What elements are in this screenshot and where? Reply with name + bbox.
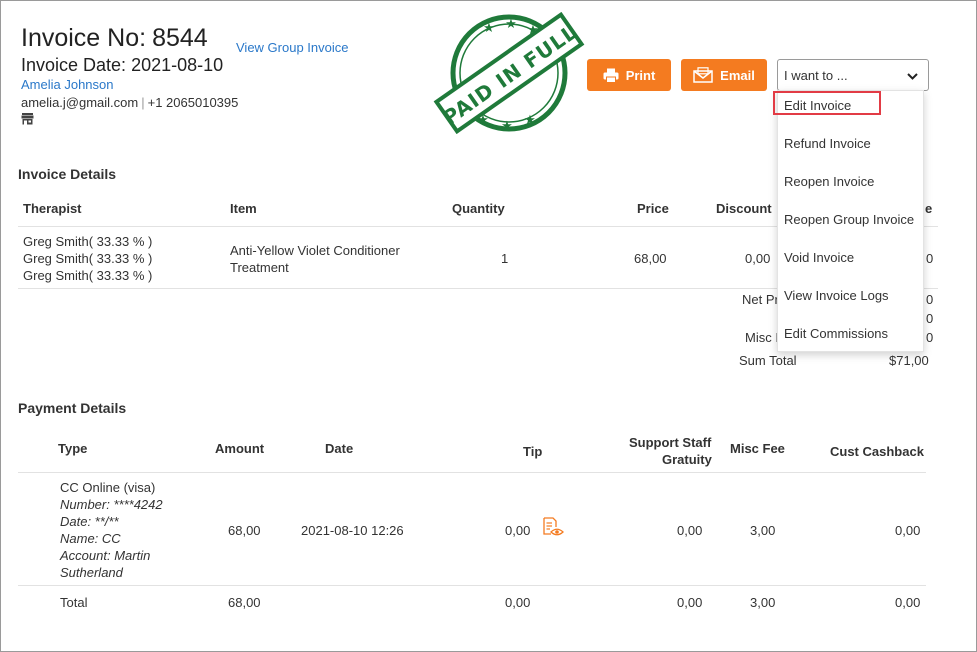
divider [18, 585, 926, 586]
payment-account-line2: Sutherland [60, 565, 123, 580]
col-tip: Tip [523, 444, 543, 459]
invoice-date: Invoice Date: 2021-08-10 [21, 55, 224, 75]
payment-tip: 0,00 [505, 523, 531, 538]
payment-amount: 68,00 [228, 523, 261, 538]
payment-support: 0,00 [677, 523, 703, 538]
select-value: I want to ... [784, 67, 848, 83]
payment-date: 2021-08-10 12:26 [301, 523, 404, 538]
svg-text:★: ★ [524, 113, 536, 128]
col-therapist: Therapist [23, 201, 82, 216]
total-cashback: 0,00 [895, 595, 921, 610]
col-type: Type [58, 441, 88, 456]
menu-item-refund-invoice[interactable]: Refund Invoice [784, 136, 871, 151]
invoice-number-heading: Invoice No: 8544 [21, 24, 208, 52]
paid-in-full-stamp: ★ ★ ★ ★ ★ ★ PAID IN FULL [433, 11, 585, 135]
payment-details-title: Payment Details [18, 400, 127, 416]
view-group-invoice-link[interactable]: View Group Invoice [236, 40, 349, 55]
misc-value-partial: 0 [926, 330, 934, 345]
misc-label-partial: Misc I [745, 330, 779, 345]
total-label: Total [60, 595, 88, 610]
item-name-line1: Anti-Yellow Violet Conditioner [230, 243, 400, 258]
total-misc-fee: 3,00 [750, 595, 776, 610]
payment-misc-fee: 3,00 [750, 523, 776, 538]
col-discount: Discount [716, 201, 772, 216]
receipt-eye-icon[interactable] [542, 516, 564, 538]
net-price-value-partial: 0 [926, 292, 934, 307]
net-price-label-partial: Net Pr [742, 292, 779, 307]
item-name-line2: Treatment [230, 260, 289, 275]
item-price: 68,00 [634, 251, 667, 266]
email-label: Email [720, 67, 755, 83]
customer-email: amelia.j@gmail.com [21, 95, 139, 110]
actions-dropdown-menu: Edit Invoice Refund Invoice Reopen Invoi… [777, 90, 924, 352]
printer-icon [603, 68, 619, 83]
customer-contact: amelia.j@gmail.com | +1 2065010395 [21, 95, 239, 110]
payment-cashback: 0,00 [895, 523, 921, 538]
menu-item-void-invoice[interactable]: Void Invoice [784, 250, 854, 265]
sum-total-value: $71,00 [889, 353, 929, 368]
menu-item-view-invoice-logs[interactable]: View Invoice Logs [784, 288, 889, 303]
sum-total-label: Sum Total [739, 353, 797, 368]
store-icon [21, 112, 34, 125]
menu-item-reopen-invoice[interactable]: Reopen Invoice [784, 174, 874, 189]
envelope-icon [693, 67, 713, 83]
therapist-2: Greg Smith( 33.33 % ) [23, 251, 153, 266]
payment-card-number: Number: ****4242 [60, 497, 163, 512]
menu-item-edit-invoice[interactable]: Edit Invoice [784, 98, 851, 113]
therapist-3: Greg Smith( 33.33 % ) [23, 268, 153, 283]
print-label: Print [625, 67, 656, 83]
svg-text:★: ★ [483, 21, 495, 36]
col-price: Price [637, 201, 669, 216]
tax-value-partial: 0 [926, 311, 934, 326]
customer-name-link[interactable]: Amelia Johnson [21, 77, 114, 92]
total-support: 0,00 [677, 595, 703, 610]
col-support-line2: Gratuity [662, 452, 712, 467]
print-button[interactable]: Print [587, 59, 671, 91]
item-discount: 0,00 [745, 251, 771, 266]
chevron-down-icon [907, 68, 918, 83]
col-support-line1: Support Staff [629, 435, 712, 450]
email-button[interactable]: Email [681, 59, 767, 91]
menu-item-reopen-group-invoice[interactable]: Reopen Group Invoice [784, 212, 914, 227]
col-amount: Amount [215, 441, 265, 456]
customer-phone: +1 2065010395 [147, 95, 239, 110]
col-quantity: Quantity [452, 201, 505, 216]
payment-card-date: Date: **/** [60, 514, 119, 529]
therapist-1: Greg Smith( 33.33 % ) [23, 234, 153, 249]
col-item: Item [230, 201, 257, 216]
invoice-details-title: Invoice Details [18, 166, 117, 182]
col-misc-fee: Misc Fee [730, 441, 785, 456]
i-want-to-select[interactable]: I want to ... [777, 59, 929, 91]
item-quantity: 1 [501, 251, 509, 266]
svg-text:★: ★ [501, 119, 513, 134]
item-total-partial: 0 [926, 251, 934, 266]
col-total-partial: e [925, 201, 933, 216]
menu-item-edit-commissions[interactable]: Edit Commissions [784, 326, 888, 341]
invoice-number: 8544 [152, 24, 208, 52]
payment-account-line1: Account: Martin [60, 548, 151, 563]
col-cust-cashback: Cust Cashback [830, 444, 924, 459]
payment-card-name: Name: CC [60, 531, 121, 546]
col-date: Date [325, 441, 354, 456]
total-amount: 68,00 [228, 595, 261, 610]
divider [18, 472, 926, 473]
svg-text:★: ★ [505, 17, 517, 32]
payment-type: CC Online (visa) [60, 480, 156, 495]
total-tip: 0,00 [505, 595, 531, 610]
